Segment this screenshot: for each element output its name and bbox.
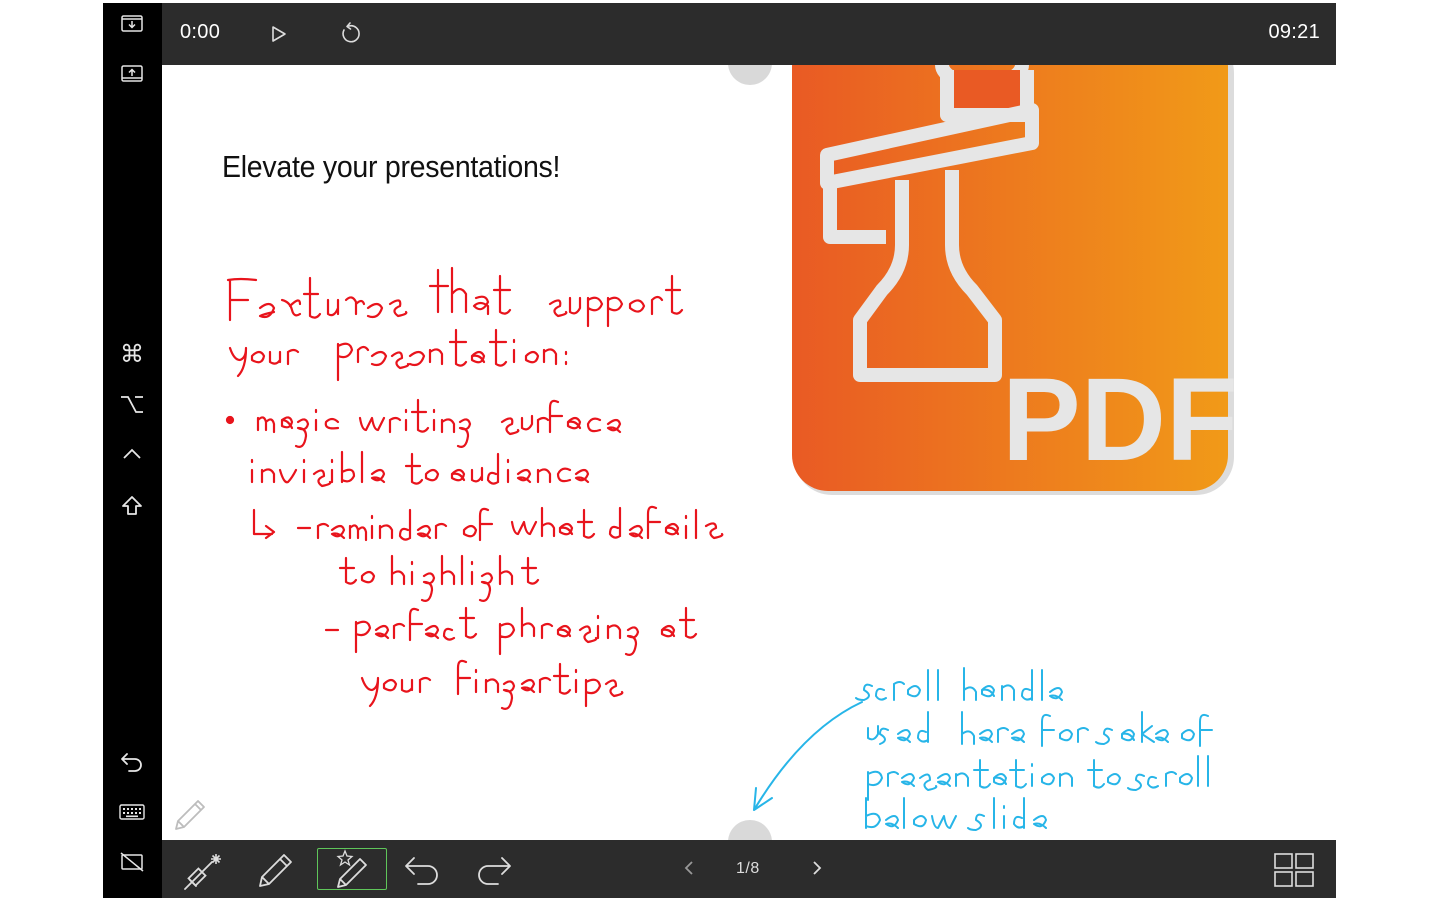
pencil-mode-icon[interactable] bbox=[170, 795, 210, 840]
laser-pointer-tool-icon[interactable] bbox=[182, 850, 226, 890]
scroll-handle-top[interactable] bbox=[728, 65, 772, 85]
command-key-icon[interactable]: ⌘ bbox=[117, 339, 147, 369]
undo-icon[interactable] bbox=[117, 747, 147, 777]
download-icon[interactable] bbox=[117, 8, 147, 38]
presenter-app: ⌘ 0:00 09:21 Elevate your presentations!… bbox=[103, 3, 1336, 898]
option-key-icon[interactable] bbox=[117, 389, 147, 419]
pdf-logo-icon: PDF bbox=[792, 65, 1238, 495]
keyboard-icon[interactable] bbox=[117, 797, 147, 827]
undo-icon[interactable] bbox=[400, 850, 444, 890]
hide-screen-icon[interactable] bbox=[117, 847, 147, 877]
upload-icon[interactable] bbox=[117, 58, 147, 88]
clock: 09:21 bbox=[1268, 21, 1320, 43]
page-indicator: 1/8 bbox=[736, 860, 760, 877]
reset-timer-icon[interactable] bbox=[337, 21, 363, 47]
control-key-icon[interactable] bbox=[117, 439, 147, 469]
bottom-toolbar: 1/8 bbox=[162, 840, 1336, 898]
magic-pen-tool-icon[interactable] bbox=[317, 848, 387, 890]
previous-page-button[interactable] bbox=[680, 858, 700, 878]
grid-overview-icon[interactable] bbox=[1272, 850, 1316, 890]
shift-key-icon[interactable] bbox=[117, 491, 147, 521]
next-page-button[interactable] bbox=[806, 858, 826, 878]
top-bar: 0:00 09:21 bbox=[162, 3, 1336, 65]
pdf-logo-text: PDF bbox=[1002, 354, 1238, 486]
blue-handwriting bbox=[753, 667, 1213, 831]
redo-icon[interactable] bbox=[472, 850, 516, 890]
slide-canvas[interactable]: Elevate your presentations! PDF bbox=[162, 65, 1336, 840]
elapsed-timer: 0:00 bbox=[180, 21, 221, 43]
slide-title: Elevate your presentations! bbox=[222, 149, 561, 184]
play-icon[interactable] bbox=[265, 21, 291, 47]
left-sidebar: ⌘ bbox=[103, 3, 161, 898]
pen-tool-icon[interactable] bbox=[254, 850, 298, 890]
red-handwriting bbox=[225, 266, 724, 710]
